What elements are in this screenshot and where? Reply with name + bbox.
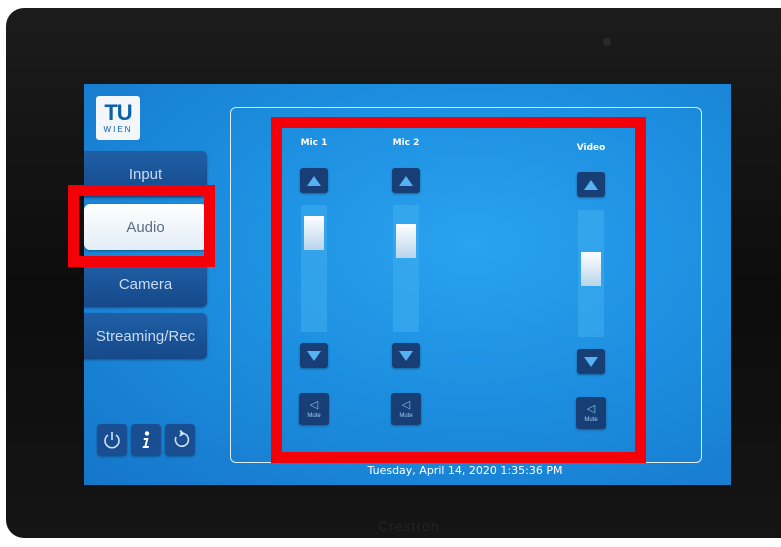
tu-wien-logo: TU WIEN	[96, 96, 140, 140]
nav-camera-button[interactable]: Camera	[84, 261, 207, 307]
highlight-box-audio-nav	[68, 185, 215, 267]
logo-subtext: WIEN	[103, 124, 133, 134]
status-datetime: Tuesday, April 14, 2020 1:35:36 PM	[367, 464, 563, 477]
camera-sensor	[603, 38, 611, 46]
reset-button[interactable]	[165, 424, 195, 456]
logo-text: TU	[104, 99, 132, 125]
nav-streaming-button[interactable]: Streaming/Rec	[84, 313, 207, 359]
highlight-box-controls	[271, 117, 646, 463]
device-brand: Crestron	[378, 518, 440, 534]
power-icon	[104, 432, 120, 449]
info-button[interactable]	[131, 424, 161, 456]
power-button[interactable]	[97, 424, 127, 456]
info-icon	[142, 431, 150, 448]
reset-icon	[174, 429, 190, 447]
